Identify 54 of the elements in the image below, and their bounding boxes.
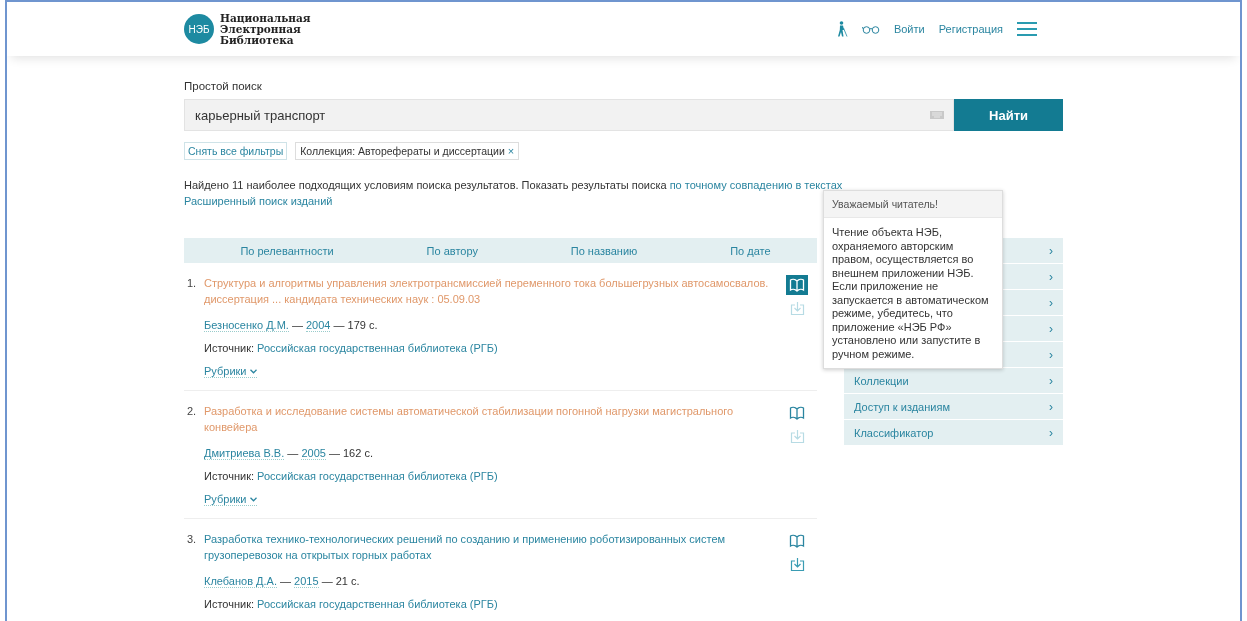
dash-separator: — (286, 447, 300, 459)
chevron-down-icon (250, 496, 258, 502)
source-link[interactable]: Российская государственная библиотека (РГБ) (257, 342, 498, 354)
dash-separator: — (290, 319, 304, 331)
page-count: — 21 с. (320, 575, 360, 587)
search-button[interactable]: Найти (954, 99, 1063, 131)
author-link[interactable]: Безносенко Д.М. (204, 319, 289, 332)
glasses-icon[interactable] (861, 24, 880, 34)
sort-link[interactable]: По названию (570, 244, 638, 257)
year-link[interactable]: 2005 (301, 447, 326, 460)
source-label: Источник: (204, 342, 255, 354)
author-link[interactable]: Дмитриева В.В. (204, 447, 285, 460)
year-link[interactable]: 2015 (294, 575, 319, 588)
filter-category[interactable]: Классификатор › (844, 420, 1063, 445)
filter-category[interactable]: Коллекции › (844, 368, 1063, 393)
sort-link[interactable]: По релевантности (240, 244, 334, 257)
page-count: — 179 с. (332, 319, 378, 331)
walking-person-icon[interactable] (836, 21, 848, 37)
logo-badge[interactable]: НЭБ (184, 14, 214, 44)
chevron-down-icon (250, 368, 258, 374)
year-link[interactable]: 2004 (306, 319, 331, 332)
result-number: 1. (187, 276, 198, 291)
header-link[interactable]: Войти (893, 23, 925, 35)
download-icon[interactable] (789, 557, 805, 572)
result-title-link[interactable]: Разработка и исследование системы автоматической стабилизации погонной нагрузки магистрального конвейера (204, 403, 777, 435)
filter-category[interactable]: Доступ к изданиям › (844, 394, 1063, 419)
author-link[interactable]: Клебанов Д.А. (204, 575, 277, 588)
clear-filters-button[interactable]: Снять все фильтры (184, 142, 288, 160)
rubrics-toggle[interactable]: Рубрики (204, 493, 258, 506)
dash-separator: — (279, 575, 293, 587)
remove-filter-button[interactable]: × (507, 145, 515, 157)
header-link[interactable]: Регистрация (938, 23, 1003, 35)
read-book-button[interactable] (786, 275, 808, 295)
result-number: 2. (187, 404, 198, 419)
logo-text: Национальная Электронная Библиотека (220, 12, 311, 46)
page-count: — 162 с. (327, 447, 373, 459)
result-title-link[interactable]: Структура и алгоритмы управления электротрансмиссией переменного тока большегрузных автосамосвалов. диссертация ... кандидата технических наук : 05.09.03 (204, 275, 777, 307)
source-link[interactable]: Российская государственная библиотека (РГБ) (257, 470, 498, 482)
tooltip-title: Уважаемый читатель! (824, 191, 1002, 218)
source-link[interactable]: Российская государственная библиотека (РГБ) (257, 598, 498, 610)
sort-link[interactable]: По дате (730, 244, 771, 257)
search-label: Простой поиск (184, 80, 263, 92)
advanced-search-link[interactable]: Расширенный поиск изданий (184, 195, 333, 207)
result-title-link[interactable]: Разработка технико-технологических решений по созданию и применению роботизированных систем грузоперевозок на открытых горных работах (204, 531, 777, 563)
menu-icon[interactable] (1017, 22, 1037, 36)
exact-match-link[interactable]: по точному совпадению в текстах (669, 179, 843, 191)
source-label: Источник: (204, 598, 255, 610)
source-label: Источник: (204, 470, 255, 482)
sort-link[interactable]: По автору (426, 244, 478, 257)
tooltip-text: Чтение объекта НЭБ, охраняемого авторским правом, осуществляется во внешнем приложении НЭБ. Если приложение не запускается в автоматическом режиме, убедитесь, что приложение «НЭБ РФ» установлено или запустите в ручном режиме. (831, 225, 990, 362)
rubrics-toggle[interactable]: Рубрики (204, 365, 258, 378)
result-number: 3. (187, 532, 198, 547)
search-field[interactable]: карьерный транспорт (184, 99, 954, 131)
filter-tag-label: Коллекция: Авторефераты и диссертации (300, 145, 505, 157)
